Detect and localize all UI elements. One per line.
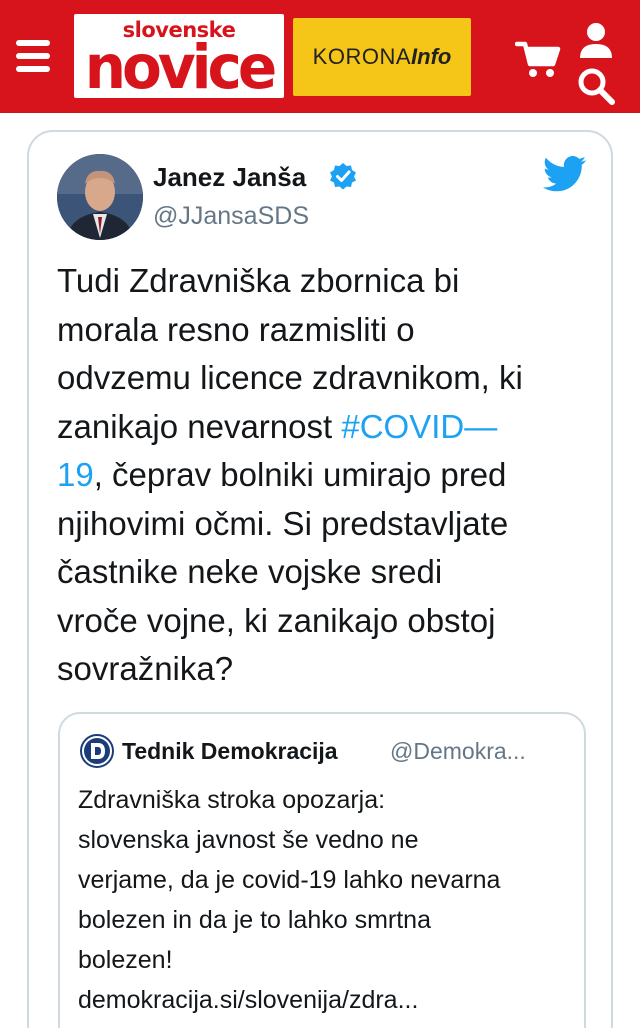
quote-line: slovenska javnost še vedno ne (78, 826, 419, 854)
hashtag-link[interactable]: #COVID— (341, 408, 497, 445)
author-name[interactable]: Janez Janša (153, 160, 306, 194)
korona-info-button[interactable]: KORONAInfo (293, 18, 471, 96)
twitter-bird-icon[interactable] (543, 156, 587, 192)
tweet-line: 19, čeprav bolniki umirajo pred (57, 451, 587, 500)
tweet-line: sovražnika? (57, 650, 234, 687)
korona-label: KORONA (312, 44, 412, 69)
korona-info-label: Info (411, 44, 452, 69)
tweet-text-segment: , čeprav bolniki umirajo pred (93, 456, 507, 493)
quote-line: verjame, da je covid-19 lahko nevarna (78, 866, 501, 894)
logo-main-text: novice (84, 31, 278, 103)
verified-badge-icon (330, 163, 356, 190)
quoted-tweet[interactable]: Tednik Demokracija @Demokra... Zdravnišk… (58, 712, 586, 1028)
quote-author-name[interactable]: Tednik Demokracija (122, 734, 338, 768)
tweet-line: častnike neke vojske sredi (57, 553, 443, 590)
tweet-text-segment: zanikajo nevarnost (57, 407, 342, 445)
demokracija-logo-icon (80, 734, 114, 768)
quote-line: bolezen! (78, 946, 173, 974)
quote-text: Zdravniška stroka opozarja: slovenska ja… (78, 780, 578, 1020)
menu-icon[interactable] (16, 40, 50, 72)
menu-bar (16, 66, 50, 72)
embedded-tweet[interactable]: Janez Janša @JJansaSDS Tudi Zdravniška z… (27, 130, 613, 1028)
tweet-line: vroče vojne, ki zanikajo obstoj (57, 601, 496, 639)
site-logo[interactable]: slovenske novice (74, 14, 284, 98)
tweet-text: Tudi Zdravniška zbornica bi morala resno… (57, 257, 587, 694)
hashtag-link-continued[interactable]: 19 (57, 456, 94, 493)
tweet-line: njihovimi očmi. Si predstavljate (57, 504, 509, 542)
quote-author-handle[interactable]: @Demokra... (390, 734, 570, 768)
user-icon[interactable] (578, 22, 614, 60)
avatar-image (57, 154, 143, 240)
tweet-line: Tudi Zdravniška zbornica bi (57, 262, 460, 299)
menu-bar (16, 53, 50, 59)
tweet-line: odvzemu licence zdravnikom, ki (57, 359, 523, 396)
site-header: slovenske novice KORONAInfo (0, 0, 640, 113)
tweet-line: zanikajo nevarnost #COVID— (57, 403, 587, 452)
tweet-line: morala resno razmisliti o (57, 310, 415, 348)
quote-line: Zdravniška stroka opozarja: (78, 786, 386, 814)
quote-link[interactable]: demokracija.si/slovenija/zdra... (78, 980, 578, 1020)
avatar[interactable] (57, 154, 143, 240)
cart-icon[interactable] (515, 38, 561, 80)
menu-bar (16, 40, 50, 46)
search-icon[interactable] (576, 66, 616, 106)
author-handle[interactable]: @JJansaSDS (153, 200, 309, 232)
quote-line: bolezen in da je to lahko smrtna (78, 906, 431, 934)
